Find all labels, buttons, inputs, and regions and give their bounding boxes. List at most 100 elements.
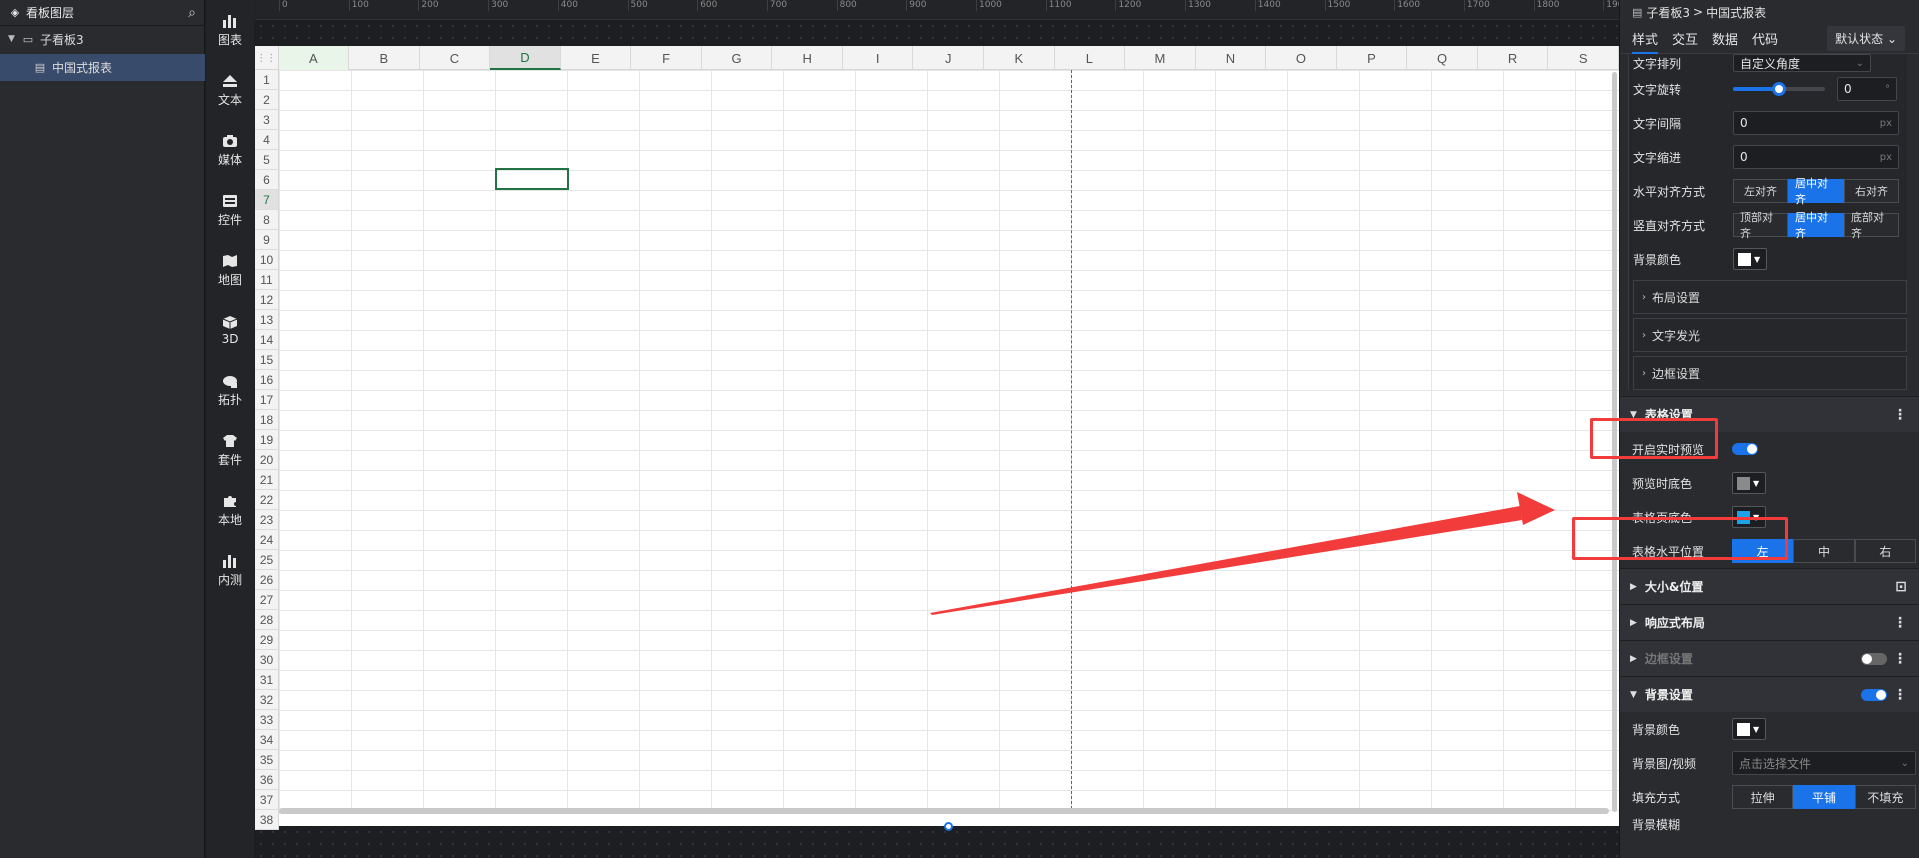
layout-settings-collapse[interactable]: › 布局设置	[1633, 280, 1907, 314]
toolbar-media[interactable]: 媒体	[206, 120, 254, 180]
row-header[interactable]: 1	[255, 70, 279, 90]
border-toggle[interactable]	[1861, 652, 1887, 665]
column-header[interactable]: N	[1196, 46, 1267, 70]
tab-style[interactable]: 样式	[1632, 29, 1659, 54]
row-header[interactable]: 24	[255, 530, 279, 550]
background-toggle[interactable]	[1861, 688, 1887, 701]
fill-stretch-button[interactable]: 拉伸	[1732, 785, 1794, 809]
horizontal-scrollbar[interactable]	[279, 808, 1609, 814]
row-header[interactable]: 36	[255, 770, 279, 790]
letter-spacing-input[interactable]: 0 px	[1733, 111, 1899, 135]
toolbar-text[interactable]: 文本	[206, 60, 254, 120]
size-position-section[interactable]: ▶ 大小&位置 ⊡	[1620, 568, 1919, 604]
tree-board[interactable]: ▼ ▭ 子看板3	[0, 26, 204, 52]
column-header[interactable]: L	[1055, 46, 1126, 70]
row-header[interactable]: 18	[255, 410, 279, 430]
row-header[interactable]: 34	[255, 730, 279, 750]
row-header[interactable]: 33	[255, 710, 279, 730]
row-header[interactable]: 8	[255, 210, 279, 230]
realtime-preview-toggle[interactable]	[1732, 443, 1758, 455]
more-icon[interactable]: ⋮	[1893, 407, 1907, 423]
state-select[interactable]: 默认状态 ⌄	[1827, 26, 1905, 51]
column-header[interactable]: O	[1266, 46, 1337, 70]
tab-data[interactable]: 数据	[1712, 29, 1738, 48]
text-glow-collapse[interactable]: › 文字发光	[1633, 318, 1907, 352]
column-header[interactable]: I	[843, 46, 914, 70]
toolbar-map[interactable]: 地图	[206, 240, 254, 300]
column-header[interactable]: A	[278, 46, 350, 70]
row-header[interactable]: 30	[255, 650, 279, 670]
row-header[interactable]: 31	[255, 670, 279, 690]
slider-knob[interactable]	[1772, 82, 1786, 96]
column-header[interactable]: J	[913, 46, 984, 70]
background-section[interactable]: ▼ 背景设置 ⋮	[1620, 676, 1919, 712]
align-top-button[interactable]: 顶部对齐	[1733, 211, 1788, 240]
toolbar-topology[interactable]: 拓扑	[206, 360, 254, 420]
more-icon[interactable]: ⋮	[1893, 615, 1907, 631]
toolbar-beta[interactable]: 内测	[206, 540, 254, 600]
column-header[interactable]: E	[561, 46, 632, 70]
column-header[interactable]: D	[490, 46, 561, 70]
row-header[interactable]: 23	[255, 510, 279, 530]
cell-grid[interactable]	[279, 70, 1619, 814]
row-header[interactable]: 13	[255, 310, 279, 330]
tab-code[interactable]: 代码	[1752, 29, 1778, 48]
selected-cell[interactable]	[495, 168, 569, 190]
row-header[interactable]: 27	[255, 590, 279, 610]
row-header[interactable]: 11	[255, 270, 279, 290]
row-header[interactable]: 28	[255, 610, 279, 630]
row-header[interactable]: 6	[255, 170, 279, 190]
bg-color-picker[interactable]: ▼	[1733, 248, 1767, 270]
column-header[interactable]: C	[420, 46, 491, 70]
row-header[interactable]: 19	[255, 430, 279, 450]
bg-color2-picker[interactable]: ▼	[1732, 718, 1766, 740]
align-middle-button[interactable]: 居中对齐	[1788, 211, 1844, 240]
row-header[interactable]: 14	[255, 330, 279, 350]
row-header[interactable]: 15	[255, 350, 279, 370]
spreadsheet[interactable]: ⋮⋮ ABCDEFGHIJKLMNOPQRS 1 2 3 4 5 6 7 8 9 10 11 12 13…	[255, 46, 1619, 831]
row-header[interactable]: 37	[255, 790, 279, 810]
column-header[interactable]: S	[1548, 46, 1619, 70]
row-header[interactable]: 4	[255, 130, 279, 150]
column-header[interactable]: H	[772, 46, 843, 70]
toolbar-suite[interactable]: 套件	[206, 420, 254, 480]
row-header[interactable]: 10	[255, 250, 279, 270]
align-bottom-button[interactable]: 底部对齐	[1844, 211, 1899, 240]
position-center-button[interactable]: 中	[1793, 539, 1855, 563]
breadcrumb-board[interactable]: 子看板3	[1646, 4, 1690, 21]
tree-component[interactable]: ▤ 中国式报表	[0, 54, 205, 81]
text-arrange-select[interactable]: 自定义角度 ⌄	[1733, 54, 1871, 72]
tab-interaction[interactable]: 交互	[1672, 29, 1698, 48]
toolbar-control[interactable]: 控件	[206, 180, 254, 240]
row-header[interactable]: 38	[255, 810, 279, 830]
column-header[interactable]: R	[1478, 46, 1549, 70]
column-header[interactable]: M	[1125, 46, 1196, 70]
fill-tile-button[interactable]: 平铺	[1793, 785, 1855, 809]
text-rotate-slider[interactable]	[1733, 82, 1825, 96]
bg-media-select[interactable]: 点击选择文件 ⌄	[1732, 751, 1916, 775]
border-settings-collapse[interactable]: › 边框设置	[1633, 356, 1907, 390]
preview-bg-picker[interactable]: ▼	[1732, 472, 1766, 494]
row-header[interactable]: 2	[255, 90, 279, 110]
resize-handle[interactable]	[944, 822, 953, 831]
align-right-button[interactable]: 右对齐	[1844, 179, 1899, 203]
text-rotate-input[interactable]: 0 °	[1837, 77, 1897, 101]
canvas-area[interactable]: 0 100 200 300 400 500 600 700 800 900 1000 1100 1200…	[255, 0, 1619, 858]
column-header[interactable]: P	[1337, 46, 1408, 70]
row-header[interactable]: 5	[255, 150, 279, 170]
row-header[interactable]: 20	[255, 450, 279, 470]
lock-icon[interactable]: ⊡	[1895, 579, 1907, 595]
more-icon[interactable]: ⋮	[1893, 687, 1907, 703]
indent-input[interactable]: 0 px	[1733, 145, 1899, 169]
more-icon[interactable]: ⋮	[1893, 651, 1907, 667]
row-header[interactable]: 25	[255, 550, 279, 570]
row-header[interactable]: 3	[255, 110, 279, 130]
responsive-layout-section[interactable]: ▶ 响应式布局 ⋮	[1620, 604, 1919, 640]
row-header[interactable]: 29	[255, 630, 279, 650]
align-center-button[interactable]: 居中对齐	[1788, 177, 1844, 206]
border-section[interactable]: ▶ 边框设置 ⋮	[1620, 640, 1919, 676]
toolbar-local[interactable]: 本地	[206, 480, 254, 540]
search-icon[interactable]: ⌕	[188, 5, 196, 21]
row-header[interactable]: 22	[255, 490, 279, 510]
row-header[interactable]: 9	[255, 230, 279, 250]
